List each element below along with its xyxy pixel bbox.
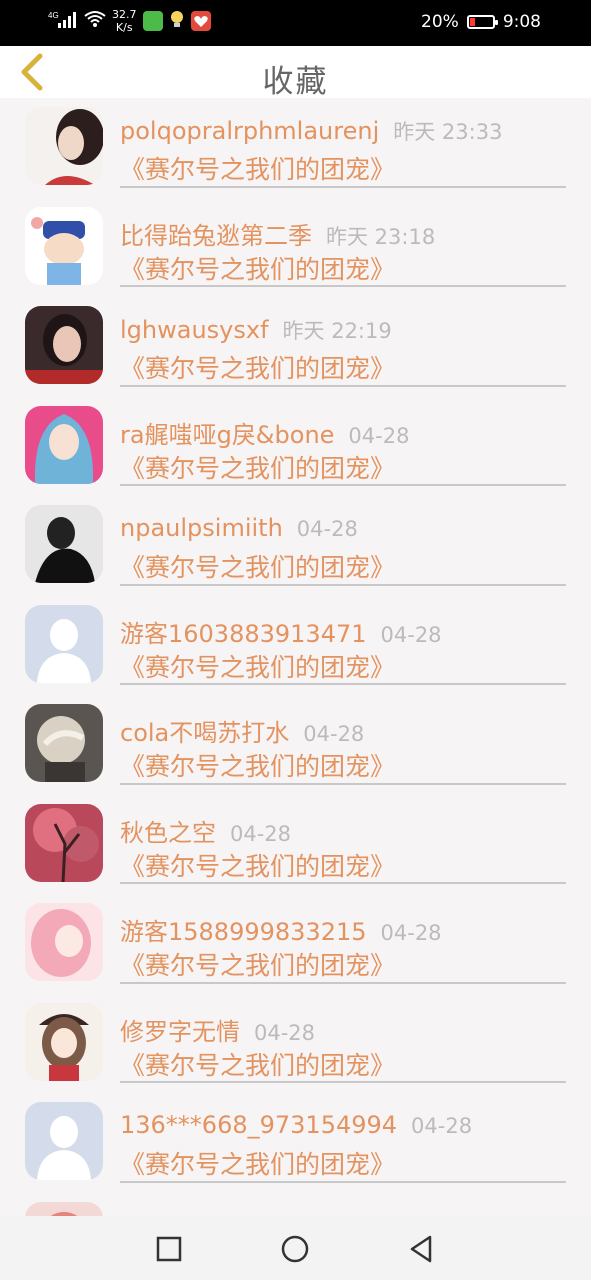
status-bar: 4G 32.7 K/s 20% 9:08 [0, 0, 591, 46]
triangle-back-icon [410, 1235, 432, 1263]
anime-girl-hat-avatar[interactable] [25, 1002, 103, 1081]
clock: 9:08 [502, 12, 541, 32]
timestamp: 04-28 [296, 517, 358, 541]
timestamp: 04-28 [254, 1020, 316, 1045]
signal-icon: 4G [48, 9, 78, 33]
status-left: 4G 32.7 K/s [48, 8, 211, 34]
net-speed: 32.7 K/s [112, 8, 137, 34]
timestamp: 04-28 [303, 722, 365, 746]
list-item[interactable]: 比得跆兔逖第二季 昨天 23:18 《赛尔号之我们的团宠》 [0, 198, 591, 298]
user-name: ra艉嗤哑g戾&bone [120, 420, 335, 449]
partial-avatar[interactable] [25, 1201, 103, 1216]
timestamp: 04-28 [230, 821, 292, 846]
home-button[interactable] [278, 1232, 312, 1266]
user-name: 比得跆兔逖第二季 [120, 221, 312, 250]
list-item[interactable]: 游客1588999833215 04-28 《赛尔号之我们的团宠》 [0, 894, 591, 994]
user-name: 136***668_973154994 [120, 1111, 398, 1139]
list-item[interactable]: polqopralrphmlaurenj 昨天 23:33 《赛尔号之我们的团宠》 [0, 98, 591, 198]
autumn-tree-avatar[interactable] [25, 803, 103, 882]
favorites-list[interactable]: polqopralrphmlaurenj 昨天 23:33 《赛尔号之我们的团宠》… [0, 98, 591, 1216]
user-name: polqopralrphmlaurenj [120, 117, 380, 145]
net-speed-value: 32.7 [112, 8, 137, 21]
timestamp: 04-28 [380, 622, 442, 647]
veiled-woman-avatar[interactable] [25, 405, 103, 484]
page-title: 收藏 [262, 64, 329, 100]
list-item[interactable]: ra艉嗤哑g戾&bone 04-28 《赛尔号之我们的团宠》 [0, 397, 591, 497]
list-item[interactable]: lghwausysxf 昨天 22:19 《赛尔号之我们的团宠》 [0, 297, 591, 397]
user-name: lghwausysxf [120, 316, 269, 344]
user-name: 游客1588999833215 [120, 918, 367, 946]
divider [120, 683, 566, 685]
list-item[interactable] [0, 1193, 591, 1216]
book-title[interactable]: 《赛尔号之我们的团宠》 [120, 1046, 395, 1082]
book-title[interactable]: 《赛尔号之我们的团宠》 [120, 349, 395, 385]
list-item[interactable]: 136***668_973154994 04-28 《赛尔号之我们的团宠》 [0, 1093, 591, 1193]
book-title[interactable]: 《赛尔号之我们的团宠》 [120, 847, 395, 883]
circle-icon [281, 1235, 309, 1263]
user-name: 游客1603883913471 [120, 619, 367, 648]
cartoon-character-avatar[interactable] [25, 206, 103, 285]
anime-character-avatar[interactable] [25, 704, 103, 782]
book-title[interactable]: 《赛尔号之我们的团宠》 [120, 648, 395, 684]
recent-apps-button[interactable] [152, 1232, 186, 1266]
timestamp: 04-28 [380, 921, 442, 945]
timestamp: 昨天 23:33 [393, 120, 503, 144]
wifi-icon [84, 10, 106, 32]
bulb-notification-icon [169, 9, 185, 33]
book-title[interactable]: 《赛尔号之我们的团宠》 [120, 449, 395, 485]
woman-portrait-avatar[interactable] [25, 107, 103, 185]
timestamp: 昨天 23:18 [326, 224, 436, 249]
divider [120, 882, 566, 884]
user-name: npaulpsimiith [120, 514, 283, 542]
battery-icon [466, 15, 498, 29]
square-icon [156, 1236, 182, 1262]
book-title[interactable]: 《赛尔号之我们的团宠》 [120, 946, 395, 982]
divider [120, 782, 566, 785]
timestamp: 04-28 [348, 423, 410, 448]
svg-text:4G: 4G [48, 11, 59, 20]
net-speed-unit: K/s [115, 21, 133, 34]
timestamp: 04-28 [411, 1114, 473, 1138]
user-name: 修罗字无情 [120, 1017, 240, 1046]
list-item[interactable]: npaulpsimiith 04-28 《赛尔号之我们的团宠》 [0, 496, 591, 596]
divider [120, 1081, 566, 1083]
user-name: cola不喝苏打水 [120, 719, 290, 747]
top-bar: 收藏 [0, 46, 591, 100]
list-item[interactable]: 秋色之空 04-28 《赛尔号之我们的团宠》 [0, 795, 591, 895]
default-user-avatar[interactable] [25, 604, 103, 683]
divider [120, 981, 566, 984]
battery-percent: 20% [421, 12, 459, 32]
list-item[interactable]: 修罗字无情 04-28 《赛尔号之我们的团宠》 [0, 994, 591, 1094]
timestamp: 昨天 22:19 [282, 319, 392, 343]
divider [120, 285, 566, 287]
book-title[interactable]: 《赛尔号之我们的团宠》 [120, 150, 395, 186]
system-nav-bar [0, 1216, 591, 1280]
divider [120, 384, 566, 387]
book-title[interactable]: 《赛尔号之我们的团宠》 [120, 1145, 395, 1181]
list-item[interactable]: 游客1603883913471 04-28 《赛尔号之我们的团宠》 [0, 596, 591, 696]
monochrome-man-avatar[interactable] [25, 505, 103, 583]
status-right: 20% 9:08 [421, 12, 541, 32]
default-user-avatar[interactable] [25, 1102, 103, 1180]
book-title[interactable]: 《赛尔号之我们的团宠》 [120, 250, 395, 286]
divider [120, 1180, 566, 1183]
divider [120, 583, 566, 586]
heart-notification-icon [190, 11, 211, 31]
app-notification-icon [142, 11, 163, 31]
user-name: 秋色之空 [120, 818, 216, 847]
girl-photo-avatar[interactable] [25, 306, 103, 384]
back-nav-button[interactable] [404, 1232, 438, 1266]
book-title[interactable]: 《赛尔号之我们的团宠》 [120, 548, 395, 584]
book-title[interactable]: 《赛尔号之我们的团宠》 [120, 747, 395, 783]
divider [120, 185, 566, 188]
pink-anime-girl-avatar[interactable] [25, 903, 103, 981]
list-item[interactable]: cola不喝苏打水 04-28 《赛尔号之我们的团宠》 [0, 695, 591, 795]
divider [120, 484, 566, 486]
